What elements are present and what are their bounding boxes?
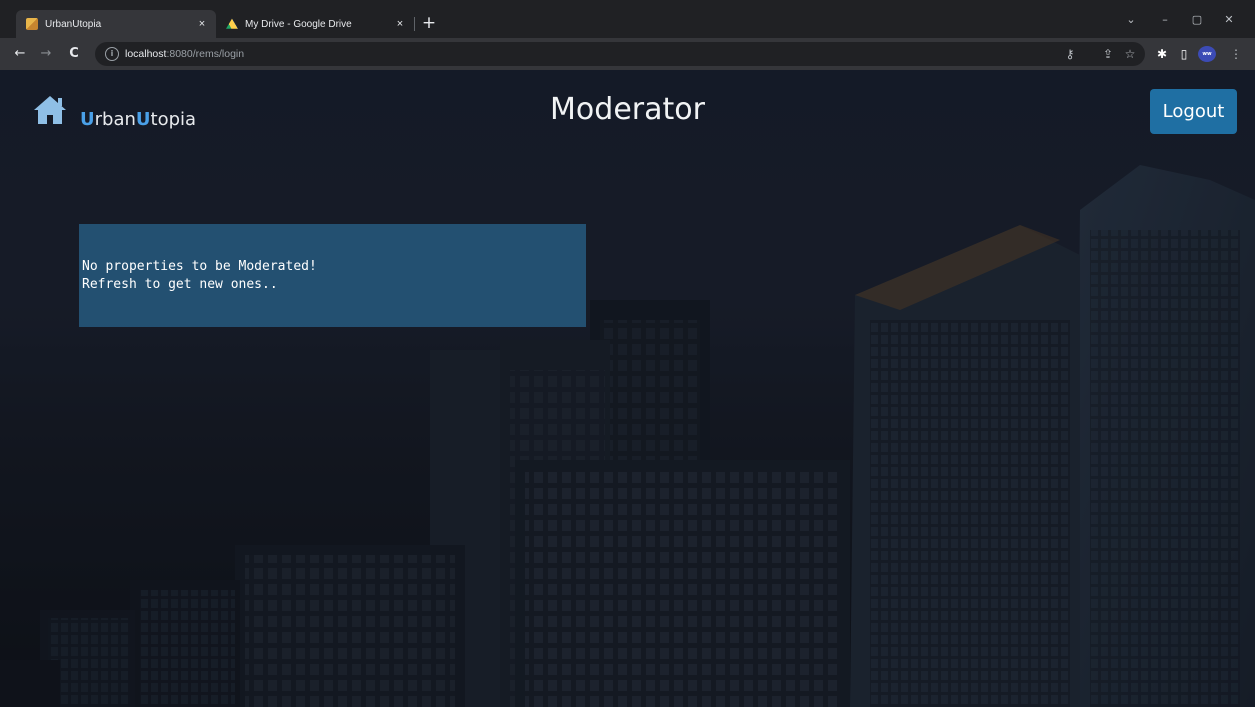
browser-toolbar: ← → C i localhost :8080/rems/login ⚷ ⇪ ☆… xyxy=(0,38,1255,70)
back-button[interactable]: ← xyxy=(10,44,30,64)
forward-button[interactable]: → xyxy=(36,44,56,64)
house-favicon-icon xyxy=(26,18,38,30)
tab-title: UrbanUtopia xyxy=(45,18,102,30)
url-host: localhost xyxy=(125,48,167,60)
google-drive-icon xyxy=(226,18,238,29)
close-tab-icon[interactable]: × xyxy=(392,18,408,30)
maximize-button[interactable]: ▢ xyxy=(1186,10,1208,30)
close-window-button[interactable]: ✕ xyxy=(1218,10,1240,30)
url-path: :8080/rems/login xyxy=(166,48,245,60)
tab-google-drive[interactable]: My Drive - Google Drive × xyxy=(216,10,414,38)
close-tab-icon[interactable]: × xyxy=(194,18,210,30)
password-key-icon[interactable]: ⚷ xyxy=(1060,44,1080,64)
minimize-button[interactable]: – xyxy=(1154,10,1176,30)
notice-line: Refresh to get new ones.. xyxy=(82,277,278,292)
city-skyline-background xyxy=(0,70,1255,707)
profile-avatar[interactable]: ww xyxy=(1198,46,1216,62)
share-icon[interactable]: ⇪ xyxy=(1098,44,1118,64)
tab-strip: UrbanUtopia × My Drive - Google Drive × … xyxy=(0,0,1255,38)
logout-button[interactable]: Logout xyxy=(1150,89,1237,134)
site-info-icon[interactable]: i xyxy=(105,47,119,61)
new-tab-button[interactable]: + xyxy=(418,12,440,34)
bookmark-star-icon[interactable]: ☆ xyxy=(1120,44,1140,64)
menu-icon[interactable]: ⋮ xyxy=(1226,44,1246,64)
tab-separator xyxy=(414,17,415,31)
tab-urbanutopia[interactable]: UrbanUtopia × xyxy=(16,10,216,38)
page-title: Moderator xyxy=(550,92,705,127)
browser-chrome: UrbanUtopia × My Drive - Google Drive × … xyxy=(0,0,1255,70)
notice-line: No properties to be Moderated! xyxy=(82,259,317,274)
reload-button[interactable]: C xyxy=(64,44,84,64)
moderation-notice-panel: No properties to be Moderated! Refresh t… xyxy=(79,224,586,327)
address-bar[interactable]: i localhost :8080/rems/login xyxy=(95,42,1145,66)
extensions-icon[interactable]: ✱ xyxy=(1152,44,1172,64)
tab-title: My Drive - Google Drive xyxy=(245,18,352,30)
tab-search-icon[interactable]: ⌄ xyxy=(1120,10,1142,30)
side-panel-icon[interactable]: ▯ xyxy=(1174,44,1194,64)
page-viewport: UrbanUtopia Moderator Logout No properti… xyxy=(0,70,1255,707)
